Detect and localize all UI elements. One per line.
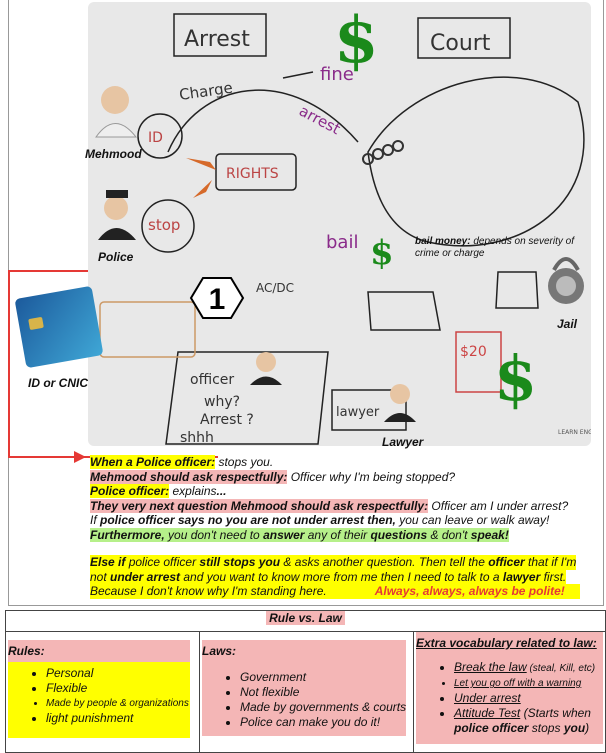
police-label: Police — [98, 250, 134, 264]
whiteboard-illustration: $ $ $ Arrest Court Charge fine arrest RI… — [88, 2, 591, 446]
id-label: ID — [148, 130, 163, 146]
rule-vs-law-table: Rule vs. Law Rules: Personal Flexible Ma… — [5, 610, 606, 753]
rules-title: Rules: — [8, 644, 45, 658]
rule-item: Flexible — [46, 681, 189, 696]
court-label: Court — [430, 31, 491, 56]
dollar-sign-icon: $ — [370, 233, 394, 273]
vocab-list: Break the law (steal, Kill, etc) Let you… — [436, 660, 605, 736]
vocab-item: Attitude Test (Starts when police office… — [454, 706, 605, 736]
whiteboard-drawing: $ $ $ Arrest Court Charge fine arrest RI… — [95, 3, 591, 446]
laws-title: Laws: — [202, 644, 237, 658]
laws-list: Government Not flexible Made by governme… — [222, 670, 406, 730]
rule-item: Made by people & organizations — [46, 696, 189, 711]
notepad-shhh: shhh — [180, 430, 214, 446]
id-card-icon — [14, 285, 104, 369]
law-item: Government — [240, 670, 406, 685]
arrest-path-label: arrest — [296, 102, 343, 139]
rule-item: light punishment — [46, 711, 189, 726]
notepad-arrest: Arrest ? — [200, 412, 254, 428]
stop-label: stop — [148, 216, 180, 234]
notepad-why: why? — [204, 394, 240, 410]
vocab-item: Let you go off with a warning — [454, 676, 605, 691]
table-header: Rule vs. Law — [5, 610, 606, 632]
learn-english-logo: LEARN ENGLISH — [558, 429, 591, 436]
dollar-sign-icon: $ — [494, 342, 537, 415]
vocab-item: Under arrest — [454, 691, 605, 706]
callout-arrow-icon — [74, 451, 86, 463]
jail-label: Jail — [557, 317, 578, 331]
charge-label: Charge — [178, 79, 234, 104]
rules-column: Rules: Personal Flexible Made by people … — [5, 631, 200, 753]
vocab-item: Break the law (steal, Kill, etc) — [454, 660, 605, 676]
law-item: Not flexible — [240, 685, 406, 700]
arrest-label: Arrest — [184, 27, 250, 52]
rule-item: Personal — [46, 666, 189, 681]
vocab-column: Extra vocabulary related to law: Break t… — [413, 631, 606, 753]
rules-list: Personal Flexible Made by people & organ… — [28, 666, 189, 726]
laws-column: Laws: Government Not flexible Made by go… — [199, 631, 414, 753]
fine-label: fine — [320, 64, 354, 85]
dialogue-block: When a Police officer: stops you. Mehmoo… — [90, 455, 590, 599]
law-item: Police can make you do it! — [240, 715, 406, 730]
svg-text:1: 1 — [209, 283, 226, 316]
bail-note: bail money: depends on severity of crime… — [415, 236, 574, 259]
vocab-title: Extra vocabulary related to law: — [416, 636, 597, 650]
acdc-label: AC/DC — [256, 281, 294, 295]
bail-label: bail — [326, 232, 358, 253]
law-item: Made by governments & courts — [240, 700, 406, 715]
id-card-label: ID or CNIC — [28, 376, 88, 390]
rights-label: RIGHTS — [226, 166, 279, 182]
step-number-badge: 1 — [189, 277, 245, 319]
lawyer-label: Lawyer — [382, 435, 424, 449]
lawyer-box-label: lawyer — [336, 405, 380, 420]
notepad-officer: officer — [190, 372, 234, 388]
mehmood-label: Mehmood — [85, 147, 142, 161]
twenty-dollar-label: $20 — [460, 344, 487, 360]
